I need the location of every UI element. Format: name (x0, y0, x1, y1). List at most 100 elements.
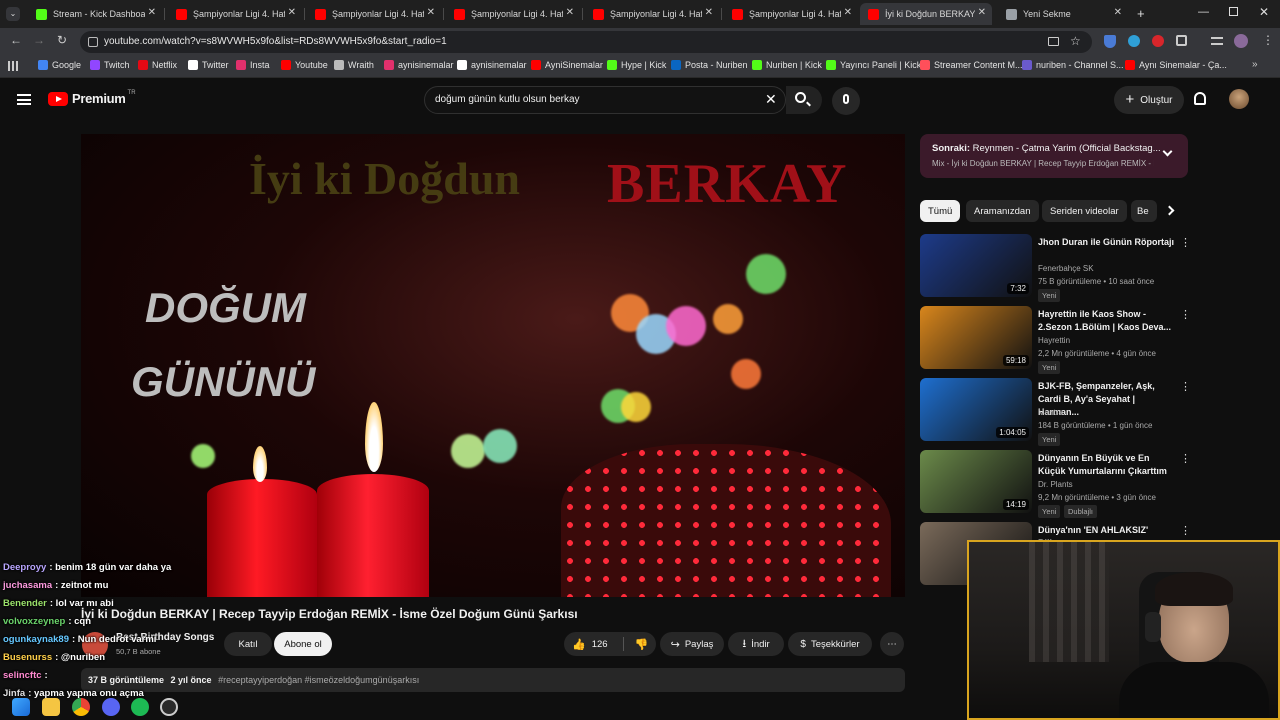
video-title[interactable]: Jhon Duran ile Günün Röportajı (1038, 236, 1174, 249)
video-title[interactable]: Hayrettin ile Kaos Show - 2.Sezon 1.Bölü… (1038, 308, 1174, 334)
more-actions-button[interactable]: ⋯ (880, 632, 904, 656)
bookmark-item[interactable]: Aynı Sinemalar - Ça... (1125, 60, 1227, 70)
bookmark-item[interactable]: aynisinemalar (457, 60, 527, 70)
browser-tab[interactable]: Yeni Sekme ✕ (998, 3, 1128, 25)
channel-name[interactable]: Mantra (1038, 408, 1063, 417)
video-tags[interactable]: #receptayyiperdoğan #ismeözeldoğumgünüşa… (218, 675, 419, 685)
more-bookmarks-icon[interactable]: » (1252, 59, 1258, 70)
tab-close-icon[interactable]: ✕ (148, 7, 156, 18)
bookmark-item[interactable]: Nuriben | Kick (752, 60, 822, 70)
video-title[interactable]: Dünyanın En Büyük ve En Küçük Yumurtalar… (1038, 452, 1174, 478)
browser-tab[interactable]: İyi ki Doğdun BERKAY ✕ (860, 3, 992, 25)
join-button[interactable]: Katıl (224, 632, 272, 656)
chip-more[interactable]: Be (1131, 200, 1157, 222)
thanks-button[interactable]: $ Teşekkürler (788, 632, 872, 656)
bookmark-star-icon[interactable]: ☆ (1070, 34, 1081, 48)
tab-close-icon[interactable]: ✕ (427, 7, 435, 18)
tab-close-icon[interactable]: ✕ (566, 7, 574, 18)
chip-from-series[interactable]: Seriden videolar (1042, 200, 1127, 222)
share-button[interactable]: ↪ Paylaş (660, 632, 724, 656)
extension-globe-icon[interactable] (1128, 35, 1140, 47)
bookmark-item[interactable]: Wraith (334, 60, 374, 70)
notifications-bell-icon[interactable] (1194, 92, 1206, 105)
recommended-video[interactable]: 7:32 Jhon Duran ile Günün Röportajı Fenerb… (920, 234, 1191, 302)
chips-next-chevron-icon[interactable] (1164, 205, 1175, 216)
video-thumbnail[interactable]: 59:18 (920, 306, 1032, 369)
profile-avatar-icon[interactable] (1234, 34, 1248, 48)
browser-tab[interactable]: Şampiyonlar Ligi 4. Hafta ✕ (446, 3, 580, 25)
bookmark-item[interactable]: Netflix (138, 60, 177, 70)
media-controls-icon[interactable] (1211, 37, 1223, 45)
recommended-video[interactable]: 14:19 Dünyanın En Büyük ve En Küçük Yumur… (920, 450, 1191, 518)
expand-chevron-icon[interactable] (1162, 146, 1173, 157)
bookmark-item[interactable]: Twitch (90, 60, 130, 70)
chip-from-search[interactable]: Aramanızdan (966, 200, 1039, 222)
chip-all[interactable]: Tümü (920, 200, 961, 222)
more-vert-icon[interactable]: ⋮ (1180, 236, 1191, 249)
browser-tab[interactable]: Şampiyonlar Ligi 4. Hafta ✕ (307, 3, 441, 25)
install-icon[interactable] (1048, 37, 1059, 46)
menu-hamburger-icon[interactable] (17, 94, 31, 105)
youtube-logo[interactable]: Premium TR (48, 90, 136, 106)
video-player[interactable]: İyi ki Doğdun BERKAY DOĞUM GÜNÜNÜ (81, 134, 905, 597)
bookmark-item[interactable]: Streamer Content M... (920, 60, 1023, 70)
bookmark-item[interactable]: Insta (236, 60, 270, 70)
bookmark-item[interactable]: Google (38, 60, 81, 70)
forward-icon[interactable]: → (33, 33, 45, 47)
bookmark-item[interactable]: Youtube (281, 60, 328, 70)
tab-close-icon[interactable]: ✕ (705, 7, 713, 18)
browser-tab[interactable]: Şampiyonlar Ligi 4. Hafta ✕ (724, 3, 858, 25)
more-vert-icon[interactable]: ⋮ (1180, 308, 1191, 321)
channel-name[interactable]: Hayrettin (1038, 336, 1070, 345)
restore-icon[interactable] (1229, 7, 1238, 16)
bookmark-item[interactable]: Twitter (188, 60, 229, 70)
bookmark-item[interactable]: AyniSinemalar (531, 60, 603, 70)
video-thumbnail[interactable]: 1:04:05 (920, 378, 1032, 441)
search-input[interactable]: doğum günün kutlu olsun berkay ✕ (424, 86, 786, 114)
browser-tab[interactable]: Şampiyonlar Ligi 4. Hafta ✕ (585, 3, 719, 25)
tab-close-icon[interactable]: ✕ (1114, 7, 1122, 18)
channel-name[interactable]: Dr. Plants (1038, 480, 1073, 489)
windows-start-icon[interactable] (12, 698, 30, 716)
site-info-icon[interactable] (88, 37, 98, 47)
video-thumbnail[interactable]: 14:19 (920, 450, 1032, 513)
close-window-icon[interactable]: ✕ (1259, 5, 1269, 19)
user-avatar[interactable] (1229, 89, 1249, 109)
search-button[interactable] (786, 86, 822, 114)
apps-grid-icon[interactable] (8, 61, 18, 71)
download-button[interactable]: ⭳ İndir (728, 632, 784, 656)
more-vert-icon[interactable]: ⋮ (1180, 524, 1191, 537)
subscribe-button[interactable]: Abone ol (274, 632, 332, 656)
bookmark-item[interactable]: Posta - Nuriben (671, 60, 748, 70)
bookmark-item[interactable]: Yayıncı Paneli | Kick (826, 60, 921, 70)
new-tab-icon[interactable]: + (1137, 6, 1145, 21)
chrome-icon[interactable] (72, 698, 90, 716)
more-vert-icon[interactable]: ⋮ (1180, 452, 1191, 465)
browser-menu-icon[interactable]: ⋮ (1262, 33, 1274, 47)
more-vert-icon[interactable]: ⋮ (1180, 380, 1191, 393)
reload-icon[interactable]: ↻ (57, 33, 67, 47)
discord-icon[interactable] (102, 698, 120, 716)
tab-close-icon[interactable]: ✕ (844, 7, 852, 18)
extension-red-icon[interactable] (1152, 35, 1164, 47)
video-thumbnail[interactable]: 7:32 (920, 234, 1032, 297)
spotify-icon[interactable] (131, 698, 149, 716)
channel-name[interactable]: Fenerbahçe SK (1038, 264, 1094, 273)
extensions-puzzle-icon[interactable] (1176, 35, 1187, 46)
extension-shield-icon[interactable] (1104, 35, 1116, 48)
steam-icon[interactable] (160, 698, 178, 716)
minimize-icon[interactable]: — (1198, 6, 1209, 18)
like-button[interactable]: 👍 126 (572, 638, 608, 651)
back-icon[interactable]: ← (10, 33, 22, 47)
bookmark-item[interactable]: aynisinemalar (384, 60, 454, 70)
tab-close-icon[interactable]: ✕ (978, 7, 986, 18)
recommended-video[interactable]: 1:04:05 BJK-FB, Şempanzeler, Aşk, Cardi B… (920, 378, 1191, 446)
bookmark-item[interactable]: Hype | Kick (607, 60, 666, 70)
dislike-button[interactable]: 👎 (635, 638, 649, 651)
up-next-panel[interactable]: Sonraki: Reynmen - Çatma Yarim (Official… (920, 134, 1188, 178)
voice-search-button[interactable] (832, 87, 860, 115)
browser-tab[interactable]: Şampiyonlar Ligi 4. Hafta ✕ (168, 3, 302, 25)
tab-close-icon[interactable]: ✕ (288, 7, 296, 18)
clear-search-icon[interactable]: ✕ (765, 91, 777, 108)
file-explorer-icon[interactable] (42, 698, 60, 716)
